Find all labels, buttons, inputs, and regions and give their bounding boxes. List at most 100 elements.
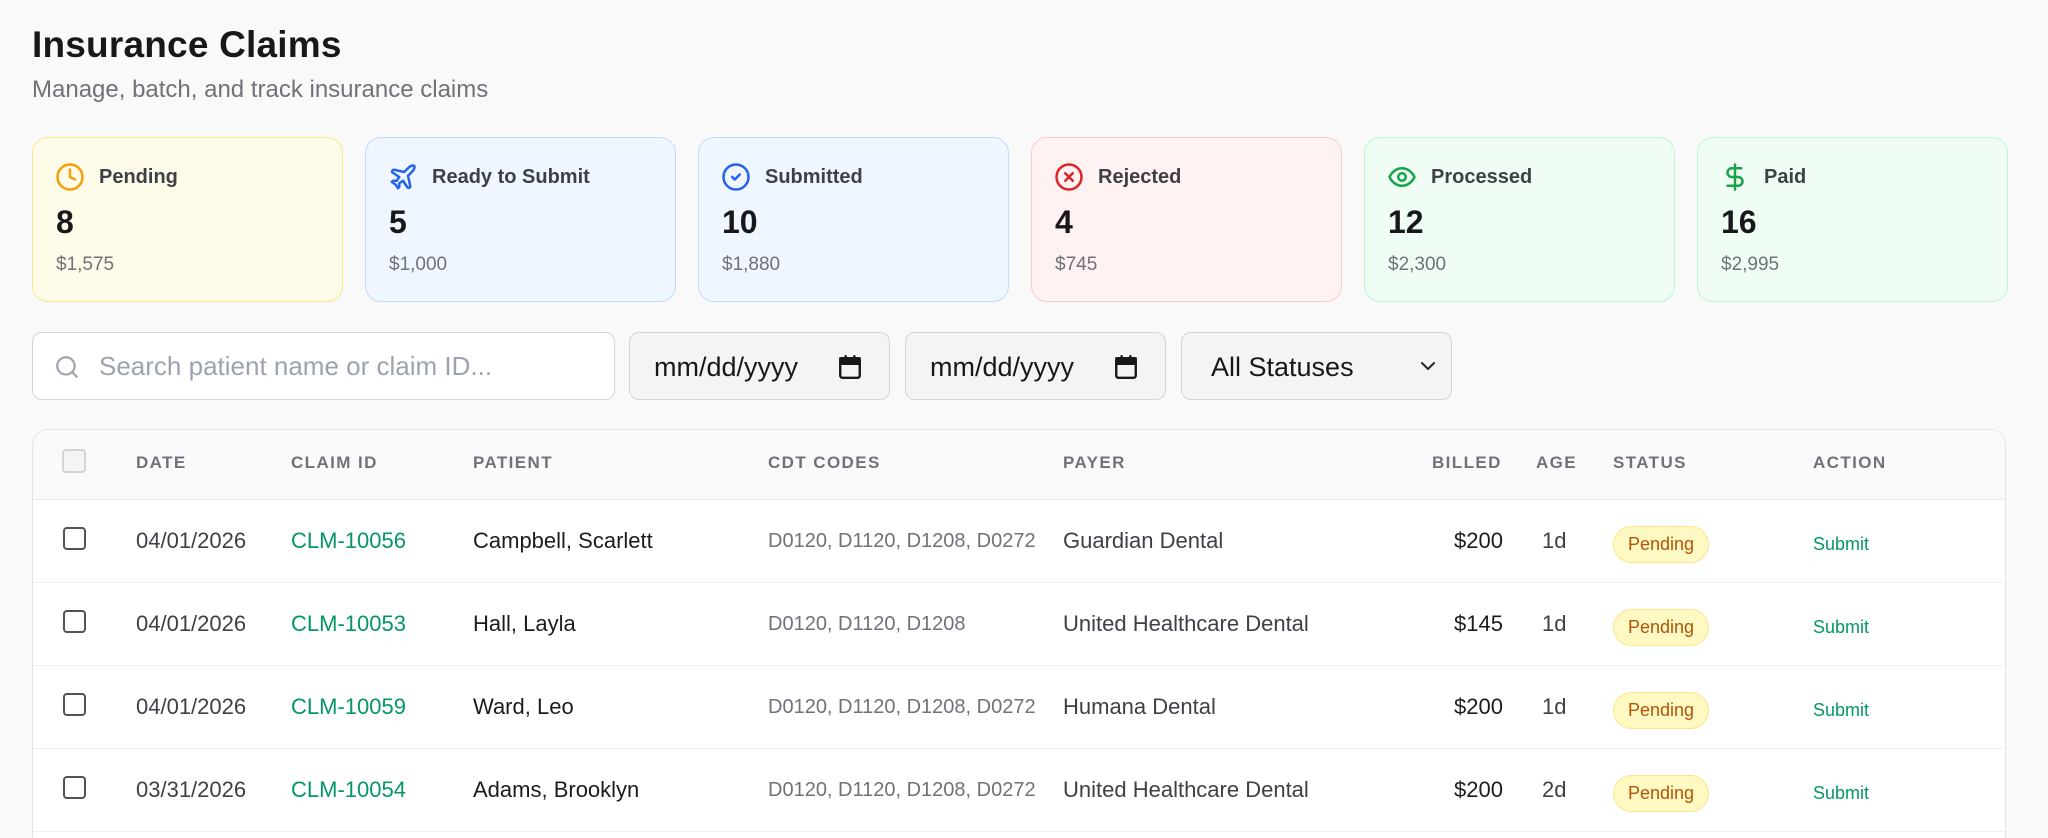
cell-billed: $200	[1454, 528, 1503, 553]
cell-payer: Guardian Dental	[1063, 528, 1224, 553]
card-submitted[interactable]: Submitted 10 $1,880	[698, 137, 1009, 302]
status-badge: Pending	[1613, 526, 1710, 563]
cell-cdt-codes: D0120, D1120, D1208, D0272	[768, 696, 1036, 718]
row-checkbox[interactable]	[63, 527, 86, 550]
card-ready-to-submit[interactable]: Ready to Submit 5 $1,000	[365, 137, 676, 302]
card-amount: $1,880	[722, 254, 781, 275]
submit-button[interactable]: Submit	[1813, 617, 1869, 638]
card-count: 16	[1721, 204, 1757, 240]
status-filter-select[interactable]: All Statuses	[1181, 332, 1452, 400]
table-header: Date Claim ID Patient CDT Codes Payer Bi…	[33, 430, 2005, 500]
page-subtitle: Manage, batch, and track insurance claim…	[32, 76, 489, 103]
card-label: Submitted	[765, 165, 863, 188]
status-badge: Pending	[1613, 609, 1710, 646]
submit-button[interactable]: Submit	[1813, 534, 1869, 555]
page-title: Insurance Claims	[32, 24, 342, 65]
card-count: 5	[389, 204, 407, 240]
card-label: Ready to Submit	[432, 165, 590, 188]
row-checkbox[interactable]	[63, 693, 86, 716]
cell-date: 04/01/2026	[136, 611, 247, 636]
date-to-field[interactable]: mm/dd/yyyy	[905, 332, 1166, 400]
cell-age: 1d	[1542, 694, 1567, 719]
card-amount: $2,995	[1721, 254, 1780, 275]
column-patient[interactable]: Patient	[473, 453, 553, 473]
table-row[interactable]: 03/31/2026 CLM-10054 Adams, Brooklyn D01…	[33, 749, 2005, 832]
card-paid[interactable]: Paid 16 $2,995	[1697, 137, 2008, 302]
chevron-down-icon	[1421, 362, 1435, 370]
x-circle-icon	[1055, 163, 1083, 191]
table-row[interactable]: 04/01/2026 CLM-10056 Campbell, Scarlett …	[33, 500, 2005, 583]
card-rejected[interactable]: Rejected 4 $745	[1031, 137, 1342, 302]
column-status[interactable]: Status	[1613, 453, 1687, 473]
claim-id-link[interactable]: CLM-10056	[291, 528, 406, 554]
status-badge: Pending	[1613, 692, 1710, 729]
cell-patient: Campbell, Scarlett	[473, 528, 653, 553]
cell-age: 1d	[1542, 611, 1567, 636]
cell-cdt-codes: D0120, D1120, D1208, D0272	[768, 779, 1036, 801]
card-label: Pending	[99, 165, 178, 188]
table-row[interactable]: 04/01/2026 CLM-10053 Hall, Layla D0120, …	[33, 583, 2005, 666]
column-billed[interactable]: Billed	[1432, 453, 1502, 473]
cell-cdt-codes: D0120, D1120, D1208, D0272	[768, 530, 1036, 552]
card-amount: $2,300	[1388, 254, 1447, 275]
card-count: 10	[722, 204, 758, 240]
cell-age: 1d	[1542, 528, 1567, 553]
card-count: 8	[56, 204, 74, 240]
table-row[interactable]: 04/01/2026 CLM-10059 Ward, Leo D0120, D1…	[33, 666, 2005, 749]
column-claim-id[interactable]: Claim ID	[291, 453, 378, 473]
submit-button[interactable]: Submit	[1813, 700, 1869, 721]
card-amount: $745	[1055, 254, 1098, 275]
calendar-icon[interactable]	[1113, 354, 1139, 380]
card-processed[interactable]: Processed 12 $2,300	[1364, 137, 1675, 302]
row-checkbox[interactable]	[63, 776, 86, 799]
date-to-value: mm/dd/yyyy	[930, 352, 1075, 382]
plane-icon	[390, 164, 416, 190]
cell-age: 2d	[1542, 777, 1567, 802]
filter-bar: mm/dd/yyyy mm/dd/yyyy All Statuses	[32, 332, 2006, 400]
calendar-icon[interactable]	[837, 354, 863, 380]
submit-button[interactable]: Submit	[1813, 783, 1869, 804]
status-cards: Pending 8 $1,575 Ready to Submit 5 $1,00…	[32, 137, 2008, 303]
eye-icon	[1388, 167, 1416, 187]
date-from-field[interactable]: mm/dd/yyyy	[629, 332, 890, 400]
cell-payer: United Healthcare Dental	[1063, 777, 1309, 802]
cell-date: 03/31/2026	[136, 777, 247, 802]
cell-patient: Adams, Brooklyn	[473, 777, 640, 802]
claim-id-link[interactable]: CLM-10059	[291, 694, 406, 720]
card-pending[interactable]: Pending 8 $1,575	[32, 137, 343, 302]
cell-payer: United Healthcare Dental	[1063, 611, 1309, 636]
claims-table: Date Claim ID Patient CDT Codes Payer Bi…	[32, 429, 2006, 838]
column-date[interactable]: Date	[136, 453, 187, 473]
card-label: Paid	[1764, 165, 1807, 188]
cell-billed: $200	[1454, 777, 1503, 802]
select-all-checkbox[interactable]	[62, 449, 86, 473]
cell-patient: Hall, Layla	[473, 611, 576, 636]
claim-id-link[interactable]: CLM-10054	[291, 777, 406, 803]
card-label: Processed	[1431, 165, 1533, 188]
card-amount: $1,575	[56, 254, 115, 275]
column-payer[interactable]: Payer	[1063, 453, 1126, 473]
column-action: Action	[1813, 453, 1887, 472]
check-circle-icon	[722, 163, 750, 191]
card-label: Rejected	[1098, 165, 1182, 188]
card-amount: $1,000	[389, 254, 448, 275]
cell-payer: Humana Dental	[1063, 694, 1216, 719]
cell-billed: $145	[1454, 611, 1503, 636]
date-from-value: mm/dd/yyyy	[654, 352, 799, 382]
search-box[interactable]	[32, 332, 615, 400]
card-count: 12	[1388, 204, 1424, 240]
search-icon	[56, 356, 78, 378]
row-checkbox[interactable]	[63, 610, 86, 633]
column-age[interactable]: Age	[1536, 453, 1577, 473]
status-badge: Pending	[1613, 775, 1710, 812]
cell-cdt-codes: D0120, D1120, D1208	[768, 613, 966, 635]
claim-id-link[interactable]: CLM-10053	[291, 611, 406, 637]
status-filter-value: All Statuses	[1211, 352, 1354, 382]
card-count: 4	[1055, 204, 1073, 240]
cell-date: 04/01/2026	[136, 694, 247, 719]
dollar-icon	[1726, 163, 1744, 191]
cell-billed: $200	[1454, 694, 1503, 719]
column-cdt-codes: CDT Codes	[768, 453, 881, 472]
search-input[interactable]	[99, 333, 599, 399]
clock-icon	[56, 163, 84, 191]
